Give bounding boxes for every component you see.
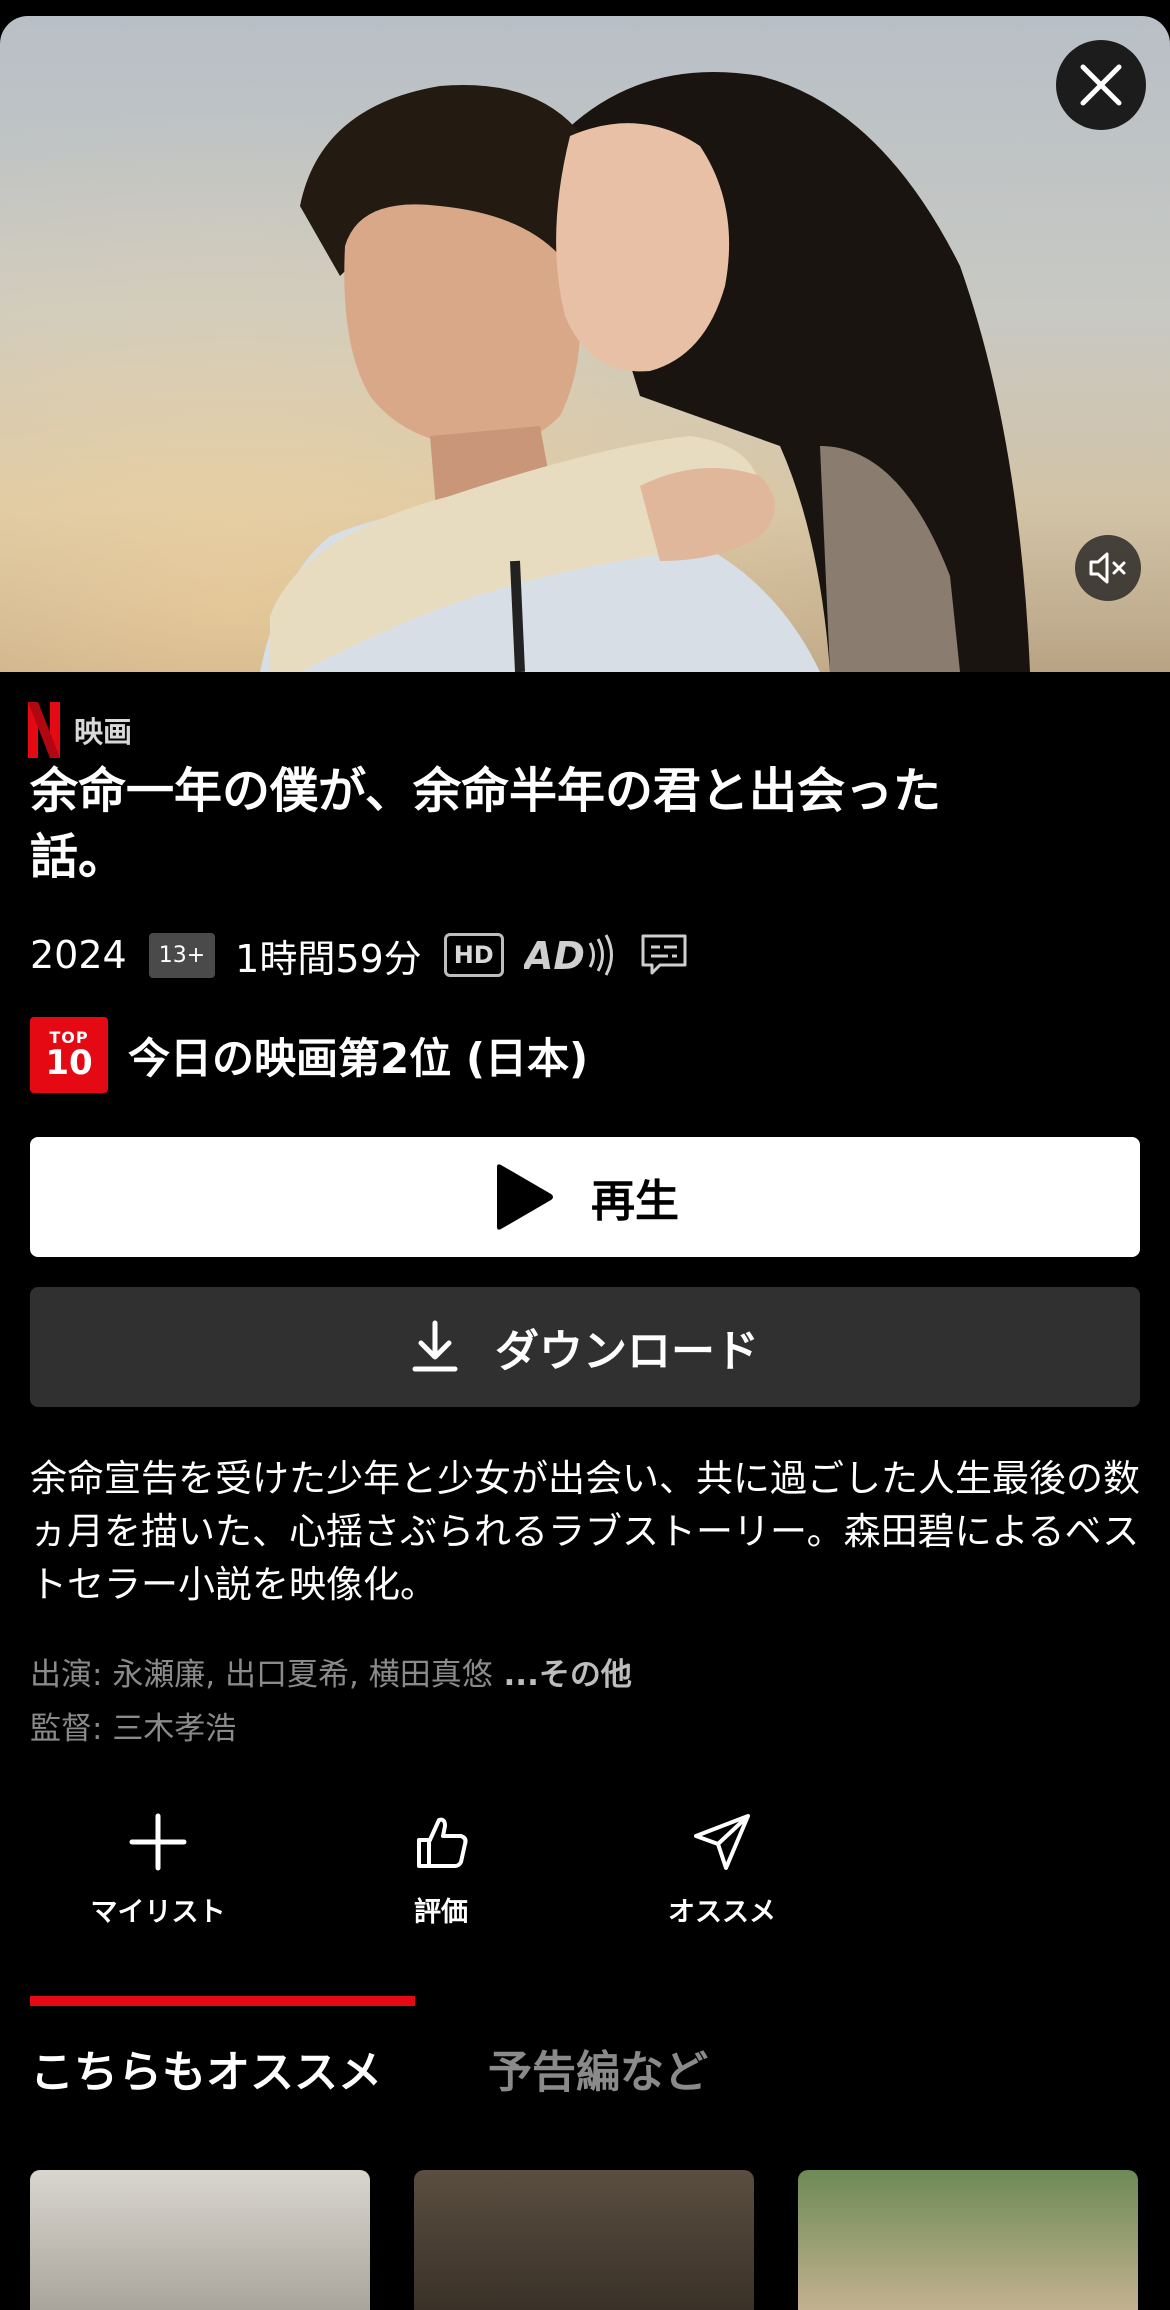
rate-button[interactable]: 評価 (331, 1812, 551, 1929)
share-icon (694, 1814, 750, 1870)
director-prefix: 監督: (30, 1711, 113, 1747)
credits: 出演: 永瀬廉, 出口夏希, 横田真悠 ...その他 監督: 三木孝浩 (30, 1648, 632, 1756)
cast-prefix: 出演: (30, 1657, 113, 1693)
mute-button[interactable] (1075, 535, 1141, 601)
volume-muted-icon (1089, 552, 1126, 584)
maturity-rating-badge: 13+ (148, 932, 216, 978)
duration: 1時間59分 (235, 936, 422, 981)
svg-text:AD: AD (524, 934, 585, 977)
hero-preview[interactable] (0, 16, 1170, 672)
top10-badge-number: 10 (45, 1043, 93, 1083)
rate-label: 評価 (414, 1897, 468, 1928)
close-button[interactable] (1056, 40, 1146, 130)
close-icon (1080, 64, 1122, 106)
tab-more-like-this[interactable]: こちらもオススメ (30, 2036, 382, 2100)
content-type-label: 映画 (74, 715, 133, 749)
share-button[interactable]: オススメ (612, 1812, 832, 1929)
movie-title: 余命一年の僕が、余命半年の君と出会った話。 (30, 763, 942, 885)
top10-ranking-text: 今日の映画第2位 (日本) (128, 1033, 589, 1083)
cast-line[interactable]: 出演: 永瀬廉, 出口夏希, 横田真悠 ...その他 (30, 1648, 632, 1702)
action-row: マイリスト 評価 オススメ (0, 1812, 1170, 1952)
tab-trailers[interactable]: 予告編など (488, 2036, 708, 2100)
my-list-button[interactable]: マイリスト (48, 1812, 268, 1929)
cast-names: 永瀬廉, 出口夏希, 横田真悠 (112, 1657, 493, 1693)
plus-icon (129, 1813, 187, 1871)
my-list-label: マイリスト (90, 1897, 226, 1928)
metadata-row: 2024 13+ 1時間59分 HD AD (30, 925, 688, 985)
content-type-row: 映画 (28, 700, 132, 760)
play-icon (497, 1164, 553, 1230)
director-name: 三木孝浩 (112, 1711, 237, 1747)
active-tab-indicator (30, 1996, 415, 2006)
play-button[interactable]: 再生 (30, 1137, 1140, 1257)
netflix-n-logo (28, 702, 60, 758)
hd-badge: HD (443, 933, 504, 977)
movie-key-visual (260, 72, 1030, 672)
subtitles-icon (641, 934, 687, 975)
play-button-label: 再生 (591, 1176, 679, 1227)
top10-row: TOP 10 今日の映画第2位 (日本) (30, 1017, 588, 1093)
recommendation-thumbnail[interactable] (414, 2170, 754, 2310)
download-button[interactable]: ダウンロード (30, 1287, 1140, 1407)
share-label: オススメ (668, 1897, 776, 1928)
audio-description-icon: AD (524, 934, 613, 977)
download-button-label: ダウンロード (495, 1326, 759, 1377)
thumbs-up-icon (417, 1817, 468, 1868)
download-icon (412, 1320, 458, 1372)
director-line: 監督: 三木孝浩 (30, 1702, 632, 1756)
synopsis: 余命宣告を受けた少年と少女が出会い、共に過ごした人生最後の数ヵ月を描いた、心揺さ… (30, 1457, 1140, 1606)
tab-bar: こちらもオススメ 予告編など (30, 1996, 1140, 2098)
recommendation-thumbnail[interactable] (30, 2170, 370, 2310)
recommendation-thumbnail[interactable] (798, 2170, 1138, 2310)
cast-more-link[interactable]: ...その他 (493, 1657, 632, 1693)
top10-badge: TOP 10 (30, 1017, 108, 1093)
release-year: 2024 (30, 933, 127, 977)
